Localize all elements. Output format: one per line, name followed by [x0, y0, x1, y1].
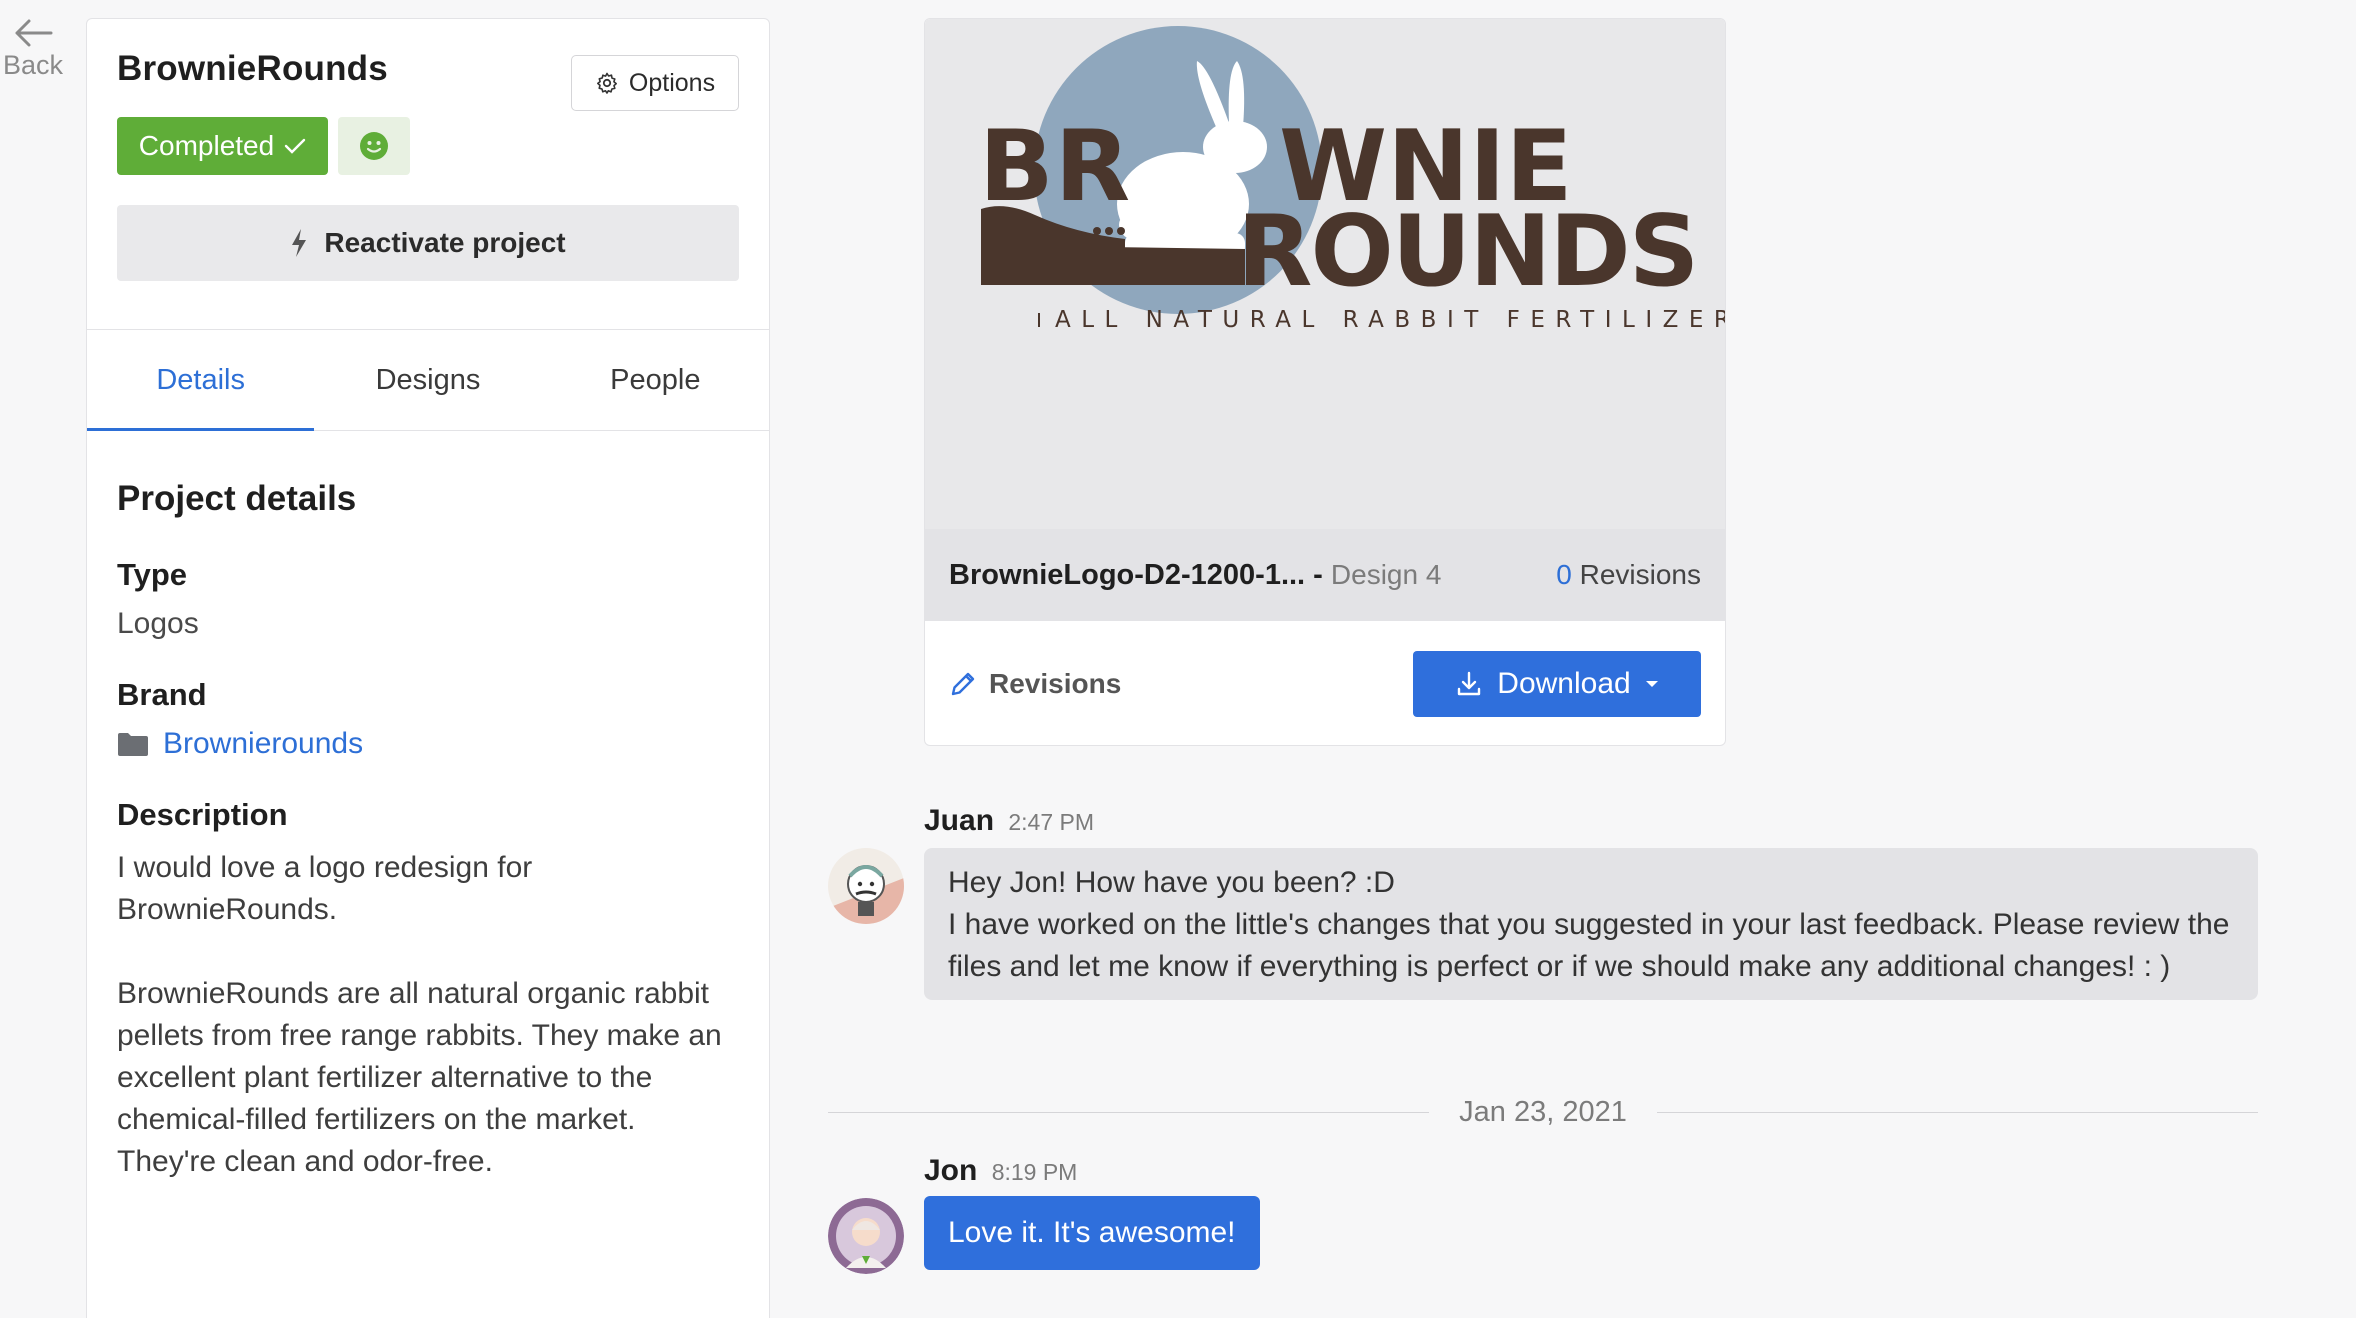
- status-completed-button[interactable]: Completed: [117, 117, 328, 175]
- design-preview[interactable]: BR WNIE ROUNDS ALL NATURAL RABBIT FERTIL…: [925, 19, 1725, 529]
- description-paragraph: I would love a logo redesign for Brownie…: [117, 851, 533, 926]
- pencil-icon: [951, 672, 975, 696]
- avatar[interactable]: [828, 848, 904, 924]
- design-meta: BrownieLogo-D2-1200-1... - Design 4 0 Re…: [925, 529, 1725, 621]
- download-label: Download: [1497, 667, 1631, 700]
- type-value: Logos: [117, 607, 199, 640]
- message-author: Juan: [924, 804, 995, 837]
- back-button[interactable]: Back: [0, 18, 66, 81]
- brownierounds-logo-image: BR WNIE ROUNDS ALL NATURAL RABBIT FERTIL…: [979, 26, 1726, 333]
- revisions-count-number: 0: [1556, 559, 1572, 590]
- revisions-count: 0 Revisions: [1556, 559, 1701, 591]
- options-button[interactable]: Options: [571, 55, 739, 111]
- date-separator: Jan 23, 2021: [828, 1092, 2259, 1132]
- back-label: Back: [2, 50, 64, 80]
- project-header: BrownieRounds Options Completed Reactiva…: [87, 19, 769, 329]
- options-label: Options: [628, 68, 716, 97]
- logo-text-rounds: ROUNDS: [1237, 195, 1697, 309]
- divider: [828, 1111, 1430, 1113]
- description-text: I would love a logo redesign for Brownie…: [117, 847, 739, 1183]
- satisfaction-button[interactable]: [338, 117, 410, 175]
- design-separator: -: [1305, 558, 1331, 591]
- brand-label: Brand: [117, 677, 207, 712]
- design-actions: Revisions Download: [925, 621, 1725, 745]
- details-heading: Project details: [117, 479, 357, 518]
- revisions-label: Revisions: [989, 668, 1122, 699]
- tab-people[interactable]: People: [542, 330, 769, 430]
- project-panel: BrownieRounds Options Completed Reactiva…: [86, 18, 770, 1318]
- reactivate-label: Reactivate project: [324, 227, 566, 258]
- user-avatar-image: [828, 1198, 904, 1274]
- tab-details[interactable]: Details: [87, 330, 315, 431]
- message-time: 8:19 PM: [991, 1159, 1078, 1185]
- type-label: Type: [117, 557, 188, 592]
- tab-designs[interactable]: Designs: [314, 330, 541, 430]
- description-paragraph: BrownieRounds are all natural organic ra…: [117, 977, 722, 1178]
- design-number: Design 4: [1330, 558, 1442, 590]
- reactivate-project-button[interactable]: Reactivate project: [117, 205, 739, 281]
- brand-value: Brownierounds: [163, 727, 364, 760]
- divider: [1656, 1111, 2259, 1113]
- smiley-icon: [360, 132, 388, 160]
- arrow-left-icon: [15, 19, 53, 47]
- caret-down-icon: [1645, 681, 1658, 687]
- description-label: Description: [117, 797, 288, 832]
- message-line: I have worked on the little's changes th…: [948, 908, 2230, 983]
- brand-link[interactable]: Brownierounds: [117, 727, 739, 761]
- logo-text-br: BR: [979, 110, 1131, 224]
- checkmark-icon: [285, 138, 306, 154]
- logo-tagline: ALL NATURAL RABBIT FERTILIZER: [1055, 307, 1726, 333]
- download-button[interactable]: Download: [1413, 651, 1701, 717]
- revisions-button[interactable]: Revisions: [949, 668, 1121, 700]
- gear-icon: [596, 72, 617, 94]
- design-card: BR WNIE ROUNDS ALL NATURAL RABBIT FERTIL…: [924, 18, 1726, 746]
- folder-icon: [118, 733, 148, 756]
- lightning-icon: [292, 229, 307, 257]
- message-bubble: Hey Jon! How have you been? :D I have wo…: [924, 848, 2258, 1000]
- download-icon: [1458, 671, 1481, 696]
- project-tabs: Details Designs People: [87, 329, 769, 431]
- design-filename: BrownieLogo-D2-1200-1...: [949, 558, 1306, 591]
- message-author: Jon: [924, 1154, 978, 1187]
- user-avatar-image: [828, 848, 904, 924]
- message-time: 2:47 PM: [1008, 809, 1095, 835]
- status-label: Completed: [138, 130, 275, 161]
- message-bubble: Love it. It's awesome!: [924, 1196, 1260, 1270]
- avatar[interactable]: [828, 1198, 904, 1274]
- project-details: Project details Type Logos Brand Brownie…: [87, 431, 769, 1183]
- revisions-count-label: Revisions: [1579, 559, 1701, 590]
- message-line: Hey Jon! How have you been? :D: [948, 866, 1395, 899]
- date-label: Jan 23, 2021: [1459, 1095, 1627, 1128]
